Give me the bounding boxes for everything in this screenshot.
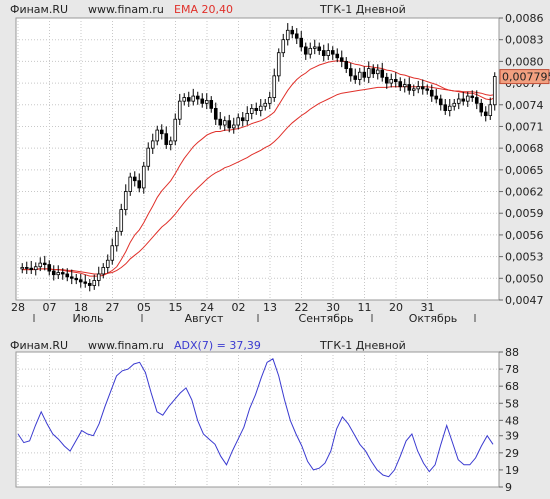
adx-chart: 88 78 68 58 48 39 29 19 9 [15,346,519,494]
adx-y-tick-label: 48 [505,414,519,427]
adx-y-tick-label: 68 [505,380,519,393]
adx-y-tick-label: 39 [505,430,519,443]
adx-y-tick-label: 78 [505,363,519,376]
adx-y-tick-label: 29 [505,447,519,460]
adx-y-tick-label: 19 [505,464,519,477]
adx-y-tick-label: 58 [505,397,519,410]
adx-y-tick-label: 9 [505,481,512,494]
adx-y-tick-label: 88 [505,346,519,359]
